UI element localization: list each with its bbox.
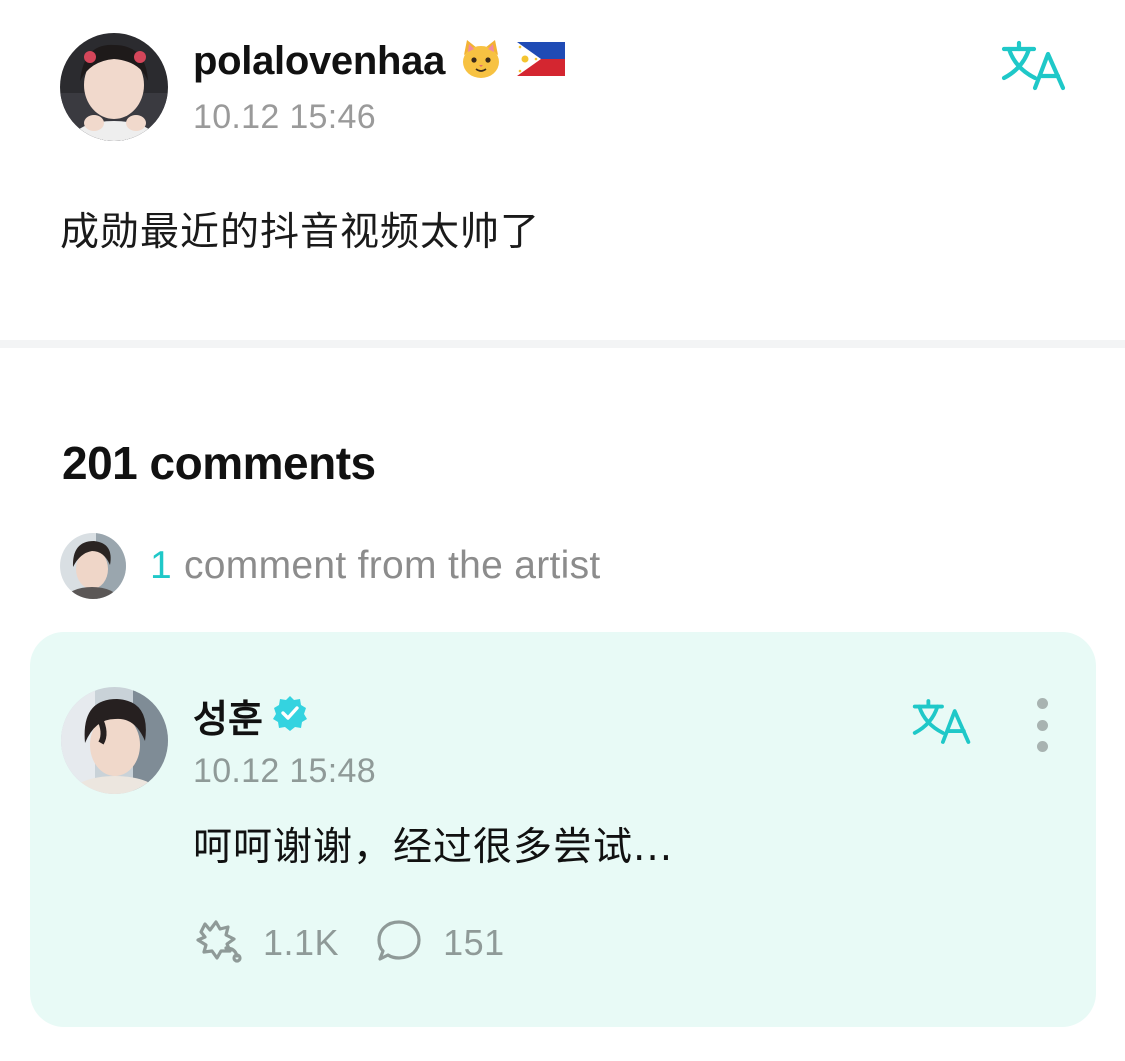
artist-comment-text: 呵呵谢谢，经过很多尝试... <box>193 825 674 870</box>
reply-count: 151 <box>443 922 505 963</box>
verified-badge-icon <box>271 694 309 737</box>
like-button[interactable]: 1.1K <box>193 918 339 969</box>
artist-comments-filter[interactable]: 1 comment from the artist <box>60 533 601 599</box>
artist-comment-timestamp: 10.12 15:48 <box>193 752 376 790</box>
artist-comment-summary: 1 comment from the artist <box>150 544 601 588</box>
more-options-icon[interactable] <box>1030 698 1054 752</box>
artist-comment-card[interactable]: 성훈 10.12 15:48 呵呵谢谢，经过很多尝试... 1.1K 151 <box>30 632 1096 1027</box>
post-author: polalovenhaa <box>193 36 566 86</box>
post-detail-page: polalovenhaa 10.12 15:46 成勋最近的抖音视频太帅了 20… <box>0 0 1125 1061</box>
comment-bubble-icon <box>375 918 423 969</box>
artist-comment-count: 1 <box>150 544 172 587</box>
reply-button[interactable]: 151 <box>375 918 505 969</box>
post: polalovenhaa 10.12 15:46 成勋最近的抖音视频太帅了 <box>0 0 1125 342</box>
artist-avatar-small <box>60 533 126 599</box>
philippines-flag-icon <box>517 41 566 81</box>
post-timestamp: 10.12 15:46 <box>193 98 376 136</box>
post-author-name[interactable]: polalovenhaa <box>193 39 445 84</box>
cat-face-icon <box>459 37 503 86</box>
artist-comment-label: comment from the artist <box>184 544 601 587</box>
comments-count-heading: 201 comments <box>62 437 376 489</box>
section-divider <box>0 340 1125 348</box>
like-icon <box>193 918 243 969</box>
artist-author: 성훈 <box>193 688 309 743</box>
translate-icon[interactable] <box>912 698 972 746</box>
artist-author-name[interactable]: 성훈 <box>193 688 263 743</box>
like-count: 1.1K <box>263 922 340 963</box>
comment-actions: 1.1K 151 <box>193 918 541 969</box>
post-author-avatar[interactable] <box>60 33 168 141</box>
post-body-text: 成勋最近的抖音视频太帅了 <box>60 210 541 255</box>
translate-icon[interactable] <box>1001 40 1067 92</box>
artist-avatar[interactable] <box>61 687 168 794</box>
